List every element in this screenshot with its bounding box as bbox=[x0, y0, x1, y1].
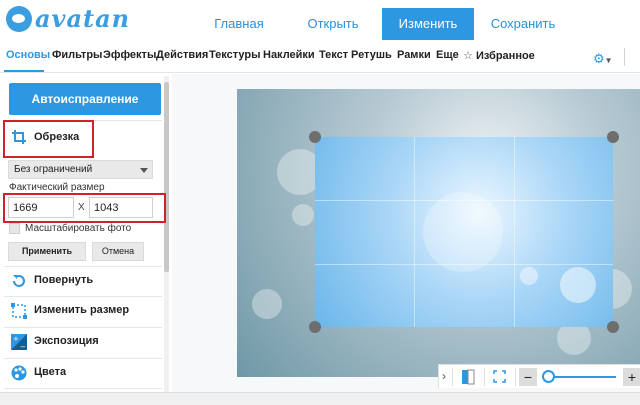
exposure-icon: + − bbox=[11, 334, 27, 350]
whale-logo-icon bbox=[6, 5, 32, 32]
scale-photo-checkbox[interactable] bbox=[9, 223, 20, 234]
zoom-divider bbox=[484, 368, 485, 386]
tab-favorites-label: Избранное bbox=[475, 50, 535, 62]
zoom-in-button[interactable]: + bbox=[623, 368, 640, 386]
tab-filters[interactable]: Фильтры bbox=[52, 49, 102, 61]
dimension-separator: X bbox=[78, 202, 85, 213]
tab-textures[interactable]: Текстуры bbox=[209, 49, 261, 61]
tab-basics[interactable]: Основы bbox=[6, 49, 50, 61]
tool-exposure-label: Экспозиция bbox=[34, 335, 99, 347]
bokeh-spot bbox=[292, 204, 314, 226]
nav-home[interactable]: Главная bbox=[196, 8, 282, 40]
tab-actions[interactable]: Действия bbox=[156, 49, 208, 61]
caret-down-icon bbox=[140, 168, 148, 173]
crop-selection[interactable] bbox=[315, 137, 613, 327]
nav-open[interactable]: Открыть bbox=[290, 8, 376, 40]
compare-icon[interactable] bbox=[461, 369, 475, 385]
crop-handle-top-right[interactable] bbox=[607, 131, 619, 143]
fullscreen-icon[interactable] bbox=[493, 370, 506, 383]
active-tab-indicator bbox=[4, 70, 44, 72]
bokeh-spot bbox=[560, 267, 596, 303]
svg-text:−: − bbox=[20, 343, 26, 350]
tab-text[interactable]: Текст bbox=[319, 49, 348, 61]
crop-grid-line bbox=[514, 137, 515, 327]
zoom-out-button[interactable]: − bbox=[519, 368, 537, 386]
scale-photo-label[interactable]: Масштабировать фото bbox=[25, 223, 131, 234]
cancel-button[interactable]: Отмена bbox=[92, 242, 144, 261]
tab-favorites[interactable]: ☆ Избранное bbox=[463, 49, 535, 62]
crop-tool-label[interactable]: Обрезка bbox=[34, 131, 79, 143]
rotate-icon bbox=[13, 275, 25, 287]
tool-colors-label: Цвета bbox=[34, 366, 67, 378]
zoom-slider-track[interactable] bbox=[548, 376, 616, 378]
nav-save[interactable]: Сохранить bbox=[476, 8, 570, 40]
ratio-select-value: Без ограничений bbox=[14, 164, 93, 175]
width-input[interactable] bbox=[8, 197, 74, 218]
settings-dropdown[interactable]: ⚙▼ bbox=[593, 51, 615, 66]
chevron-down-icon: ▼ bbox=[604, 56, 613, 65]
tab-frames[interactable]: Рамки bbox=[397, 49, 431, 61]
tab-more[interactable]: Еще bbox=[436, 49, 459, 61]
category-tabs: Основы Фильтры Эффекты Действия Текстуры… bbox=[0, 46, 640, 70]
crop-handle-bottom-left[interactable] bbox=[309, 321, 321, 333]
bottom-scroll-strip bbox=[0, 392, 640, 405]
tool-exposure[interactable]: + − Экспозиция bbox=[0, 327, 162, 357]
star-icon: ☆ bbox=[463, 50, 473, 62]
palette-icon bbox=[11, 365, 27, 381]
auto-fix-button[interactable]: Автоисправление bbox=[9, 83, 161, 115]
divider bbox=[4, 388, 162, 389]
bokeh-spot bbox=[520, 267, 538, 285]
tab-effects[interactable]: Эффекты bbox=[103, 49, 156, 61]
chevron-right-icon[interactable]: › bbox=[442, 369, 446, 383]
editor-page: avatan Главная Открыть Изменить Сохранит… bbox=[0, 0, 640, 405]
bokeh-spot bbox=[252, 289, 282, 319]
crop-handle-bottom-right[interactable] bbox=[607, 321, 619, 333]
crop-handle-top-left[interactable] bbox=[309, 131, 321, 143]
crop-grid-line bbox=[414, 137, 415, 327]
tool-rotate-label: Повернуть bbox=[34, 274, 94, 286]
gear-icon: ⚙ bbox=[593, 51, 605, 66]
apply-button[interactable]: Применить bbox=[8, 242, 86, 261]
toolbar-divider bbox=[624, 48, 625, 66]
tool-resize-label: Изменить размер bbox=[34, 304, 130, 316]
tool-rotate[interactable]: Повернуть bbox=[0, 266, 162, 296]
tabs-divider bbox=[0, 72, 640, 73]
crop-grid-line bbox=[315, 264, 613, 265]
tab-stickers[interactable]: Наклейки bbox=[263, 49, 315, 61]
crop-icon bbox=[12, 130, 26, 144]
crop-grid-line bbox=[315, 200, 613, 201]
logo[interactable]: avatan bbox=[6, 4, 130, 33]
zoom-divider bbox=[452, 368, 453, 386]
top-bar: avatan Главная Открыть Изменить Сохранит… bbox=[0, 0, 640, 44]
zoom-slider-thumb[interactable] bbox=[542, 370, 555, 383]
logo-text: avatan bbox=[35, 4, 131, 33]
height-input[interactable] bbox=[89, 197, 153, 218]
tool-colors[interactable]: Цвета bbox=[0, 358, 162, 388]
actual-size-label: Фактический размер bbox=[9, 182, 105, 193]
bokeh-spot bbox=[423, 192, 503, 272]
zoom-divider bbox=[515, 368, 516, 386]
svg-text:+: + bbox=[13, 335, 19, 343]
nav-edit[interactable]: Изменить bbox=[382, 8, 474, 40]
tool-resize[interactable]: Изменить размер bbox=[0, 296, 162, 326]
resize-icon bbox=[11, 303, 27, 319]
ratio-select[interactable]: Без ограничений bbox=[8, 160, 153, 179]
panel-scrollbar-thumb[interactable] bbox=[164, 82, 169, 272]
tab-retouch[interactable]: Ретушь bbox=[351, 49, 392, 61]
